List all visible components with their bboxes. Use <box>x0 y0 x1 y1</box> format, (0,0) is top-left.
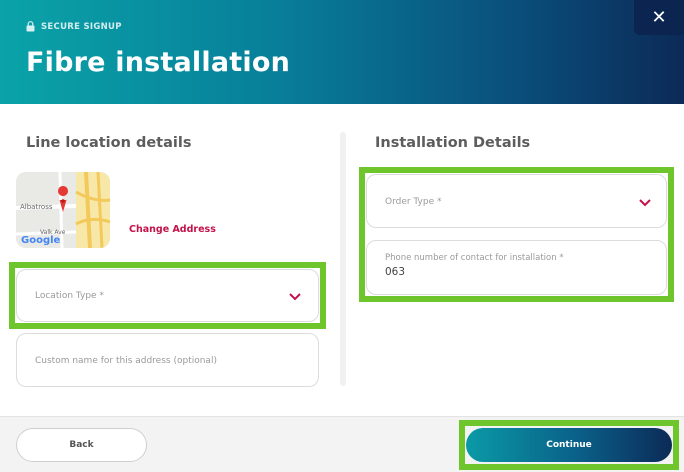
continue-button[interactable]: Continue <box>466 428 672 462</box>
close-button[interactable]: ✕ <box>634 0 684 35</box>
line-location-title: Line location details <box>26 135 192 151</box>
map-street-label: Albatross <box>20 203 53 211</box>
secure-signup-badge: SECURE SIGNUP <box>26 21 122 32</box>
phone-contact-label: Phone number of contact for installation… <box>385 253 564 263</box>
order-type-select[interactable]: Order Type * <box>366 174 667 228</box>
change-address-link[interactable]: Change Address <box>129 224 216 235</box>
modal-header: SECURE SIGNUP Fibre installation <box>0 0 684 104</box>
phone-contact-value: 063 <box>385 266 406 278</box>
installation-details-title: Installation Details <box>375 135 531 151</box>
chevron-down-icon <box>289 293 301 301</box>
custom-name-placeholder: Custom name for this address (optional) <box>35 356 217 366</box>
phone-contact-input[interactable]: Phone number of contact for installation… <box>366 240 667 295</box>
lock-icon <box>26 21 35 32</box>
map-image: Albatross Valk Ave Google <box>16 172 110 248</box>
page-title: Fibre installation <box>26 47 290 78</box>
location-type-placeholder: Location Type * <box>35 291 104 301</box>
order-type-placeholder: Order Type * <box>385 197 442 207</box>
google-logo: Google <box>21 235 61 246</box>
secure-signup-label: SECURE SIGNUP <box>41 21 122 32</box>
close-icon: ✕ <box>651 7 667 28</box>
back-button[interactable]: Back <box>16 428 147 462</box>
chevron-down-icon <box>639 199 651 207</box>
location-map: Albatross Valk Ave Google <box>16 172 110 248</box>
custom-name-input[interactable]: Custom name for this address (optional) <box>16 333 319 387</box>
column-divider <box>340 132 346 386</box>
location-type-select[interactable]: Location Type * <box>16 269 319 322</box>
